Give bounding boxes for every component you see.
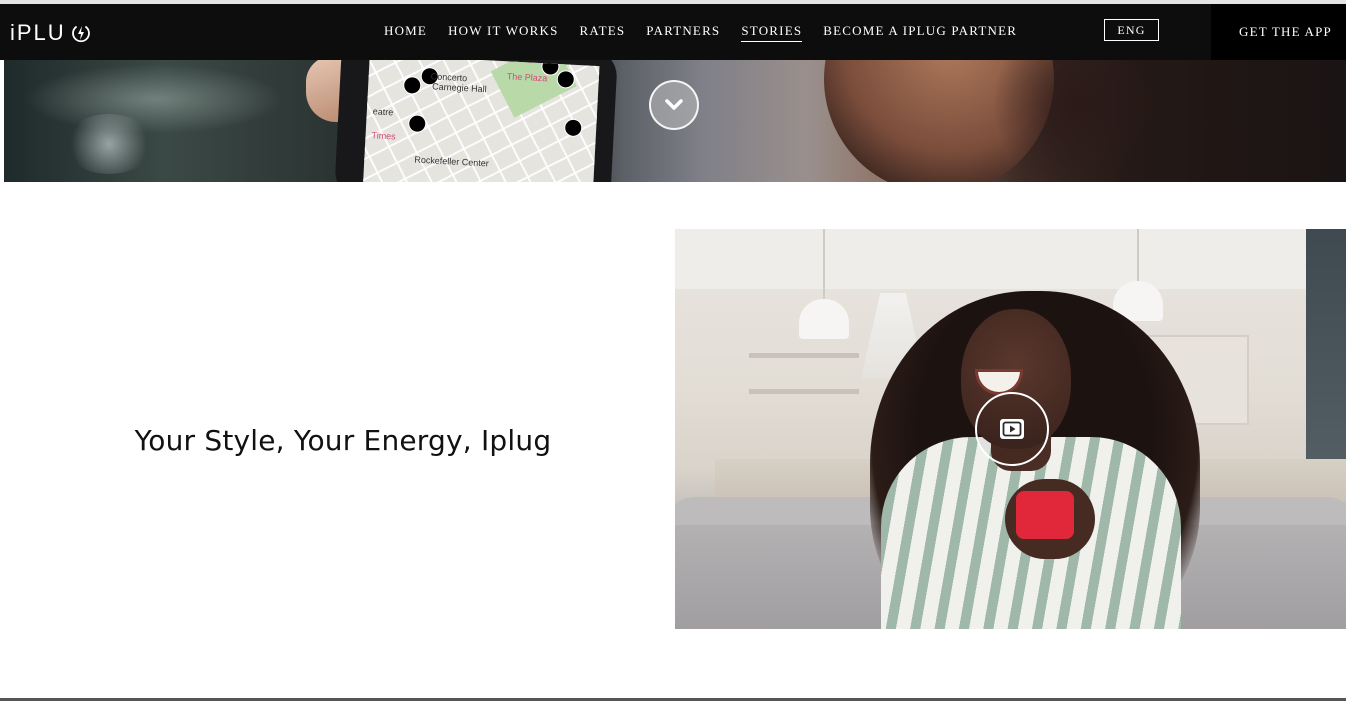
map-label: eatre [372,106,394,118]
map-label: The Plaza [506,71,548,84]
nav-rates[interactable]: RATES [580,23,626,41]
nav-become-partner[interactable]: BECOME A IPLUG PARTNER [823,23,1017,41]
map-pin [563,118,583,138]
map-pin [407,114,427,134]
red-phone [1016,491,1074,539]
nav-home[interactable]: HOME [384,23,427,41]
get-the-app-panel: GET THE APP [1211,4,1346,60]
story-title: Your Style, Your Energy, Iplug [134,424,552,457]
map-label: Rockefeller Center [414,154,490,169]
map-pin [402,75,422,95]
phone-map: Concerto Carnegie Hall The Plaza eatre T… [362,54,600,182]
nav-how-it-works[interactable]: HOW IT WORKS [448,23,558,41]
logo[interactable]: iPLU [10,21,92,45]
power-bolt-icon [71,26,90,43]
language-selector[interactable]: ENG [1104,19,1159,41]
get-the-app-link[interactable]: GET THE APP [1225,24,1332,40]
play-video-icon [1000,419,1024,439]
nav-stories[interactable]: STORIES [741,23,803,42]
logo-text: iPLU [10,20,66,45]
map-label: Carnegie Hall [431,81,487,95]
play-video-button[interactable] [975,392,1049,466]
nav-partners[interactable]: PARTNERS [646,23,720,41]
main-nav: HOME HOW IT WORKS RATES PARTNERS STORIES… [384,4,1017,60]
navbar: iPLU HOME HOW IT WORKS RATES PARTNERS ST… [0,4,1211,60]
chevron-down-icon [665,99,683,110]
map-label: Times [371,130,396,142]
scroll-down-button[interactable] [649,80,699,130]
pendant-lamp [799,299,849,339]
